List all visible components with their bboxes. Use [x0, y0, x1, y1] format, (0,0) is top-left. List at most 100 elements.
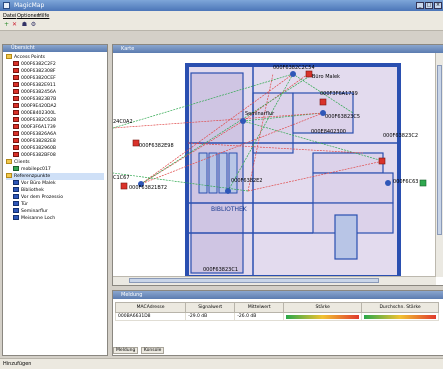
menu-hilfe[interactable]: Hilfe: [38, 13, 49, 19]
menu-optionen[interactable]: Optionen: [17, 13, 40, 19]
tree-ap[interactable]: 000F3F6A1739: [13, 124, 56, 131]
access-point-icon: [13, 75, 19, 80]
map-label: 000F6382E2: [231, 178, 262, 184]
message-table: MACAdresse Signalwert Mittelwert Stärke …: [114, 302, 439, 321]
access-point-icon: [13, 152, 19, 157]
floor-plan[interactable]: 000F6382C2C54 Büro Malek 000F3F6A1739 Se…: [113, 53, 436, 277]
add-icon[interactable]: +: [3, 22, 10, 28]
tree-ap[interactable]: 000F6382308F: [13, 68, 56, 75]
settings-icon[interactable]: ⚙: [30, 22, 37, 28]
tree-ap[interactable]: 000F6382C628: [13, 117, 56, 124]
tree-client[interactable]: mobilepc017: [13, 166, 51, 173]
tree-ap[interactable]: 000F6382960B: [13, 145, 56, 152]
access-point-icon: [13, 145, 19, 150]
tab-messages[interactable]: Meldung: [113, 347, 139, 354]
folder-icon: [6, 173, 12, 178]
scroll-thumb[interactable]: [129, 278, 379, 283]
tree-ap[interactable]: 000F63826A6A: [13, 131, 56, 138]
access-point-icon: [13, 131, 19, 136]
cell-mac: 000BA6631D8: [114, 312, 187, 321]
scroll-thumb[interactable]: [437, 65, 442, 235]
access-point-icon: [13, 103, 19, 108]
tree-folder-access-points[interactable]: Access Points: [6, 54, 45, 61]
col-strength[interactable]: Stärke: [283, 302, 363, 313]
access-point-marker: [319, 98, 327, 106]
client-icon: [13, 166, 19, 171]
reference-point-marker: [385, 180, 391, 186]
reference-point-marker: [240, 118, 246, 124]
tree-ap[interactable]: 000E8402300L: [13, 110, 56, 117]
title-bar: MagicMap _ □ ×: [0, 0, 443, 11]
tab-console[interactable]: Konsole: [140, 347, 165, 354]
folder-icon: [6, 159, 12, 164]
tree-ap[interactable]: 000F638282E8: [13, 138, 56, 145]
stairwell: [334, 214, 358, 260]
tree-ap[interactable]: 000F6382456A: [13, 89, 56, 96]
person-icon[interactable]: ☗: [21, 22, 28, 28]
reference-point-icon: [13, 215, 19, 220]
room: [252, 92, 294, 154]
access-point-icon: [13, 110, 19, 115]
access-point-marker: [378, 157, 386, 165]
tree-ap[interactable]: 000F63823B7B: [13, 96, 56, 103]
map-label: 24C0A2: [113, 119, 133, 125]
tree-ap[interactable]: 000F9E420DA2: [13, 103, 57, 110]
room: [208, 152, 218, 194]
access-point-icon: [13, 96, 19, 101]
col-mac[interactable]: MACAdresse: [114, 302, 187, 313]
tree-ref[interactable]: Bibliothek: [13, 187, 44, 194]
tree-ap[interactable]: 000F6382C2F2: [13, 61, 56, 68]
map-label: 000F63823C1: [203, 267, 238, 273]
map-label: 000F6382E98: [139, 143, 174, 149]
remove-icon[interactable]: ✕: [11, 22, 18, 28]
access-point-icon: [13, 124, 19, 129]
map-room-label: BIBLIOTHEK: [211, 206, 248, 213]
map-label: 000F63823C2: [383, 133, 418, 139]
cell-signal: -29.0 dB: [185, 312, 236, 321]
map-label: C1C67: [113, 175, 130, 181]
tree-ref[interactable]: Vor dem Prozessio: [13, 194, 63, 201]
map-label: 000F63821B72: [129, 185, 167, 191]
map-label: 000F63823C5: [325, 114, 360, 120]
reference-point-icon: [13, 187, 19, 192]
tree-ref[interactable]: Vor Büro Malek: [13, 180, 56, 187]
tree-ref[interactable]: Meisanne Loch: [13, 215, 55, 222]
reference-point-icon: [13, 208, 19, 213]
map-vertical-scrollbar[interactable]: [435, 53, 443, 277]
tree-folder-refs[interactable]: Referenzpunkte: [6, 173, 104, 180]
map-label: Büro Malek: [312, 74, 340, 80]
app-icon: [3, 2, 10, 9]
status-bar: Hinzufügen: [0, 358, 443, 369]
reference-point-icon: [13, 201, 19, 206]
tree-ap[interactable]: 000F63820CEF: [13, 75, 56, 82]
message-tabs: Meldung Konsole: [113, 347, 165, 354]
tree-ap[interactable]: 000F6382E911: [13, 82, 56, 89]
strength-bar: [286, 314, 360, 319]
window-title: MagicMap: [14, 2, 45, 9]
map-label: 000F6C63: [393, 179, 418, 185]
table-row[interactable]: 000BA6631D8 -29.0 dB -26.0 dB: [114, 312, 439, 321]
col-mean[interactable]: Mittelwert: [234, 302, 285, 313]
cell-strength: [283, 312, 363, 321]
map-horizontal-scrollbar[interactable]: [113, 276, 436, 285]
room: [198, 152, 208, 194]
map-label: Seminarflur: [245, 111, 275, 117]
map-panel: Karte 000F6382C2C54 Büro Malek 000F3F6A1…: [112, 44, 443, 286]
col-signal[interactable]: Signalwert: [185, 302, 236, 313]
close-button[interactable]: ×: [434, 2, 442, 9]
access-point-icon: [13, 61, 19, 66]
tree-ap[interactable]: 000F6382BF08: [13, 152, 56, 159]
minimize-button[interactable]: _: [416, 2, 424, 9]
overview-panel: Übersicht Access Points 000F6382C2F2 000…: [2, 44, 108, 356]
tree-ref[interactable]: Tür: [13, 201, 28, 208]
folder-icon: [6, 54, 12, 59]
reference-point-marker: [290, 71, 296, 77]
menu-datei[interactable]: Datei: [3, 13, 16, 19]
col-avg-strength[interactable]: Durchschn. Stärke: [361, 302, 439, 313]
cell-avg-strength: [361, 312, 439, 321]
tree-ref[interactable]: Seminarflur: [13, 208, 48, 215]
map-label: 000F3F6A1739: [320, 91, 358, 97]
map-label: 000F6382C2C54: [273, 65, 315, 71]
maximize-button[interactable]: □: [425, 2, 433, 9]
tree-folder-clients[interactable]: Clients: [6, 159, 30, 166]
